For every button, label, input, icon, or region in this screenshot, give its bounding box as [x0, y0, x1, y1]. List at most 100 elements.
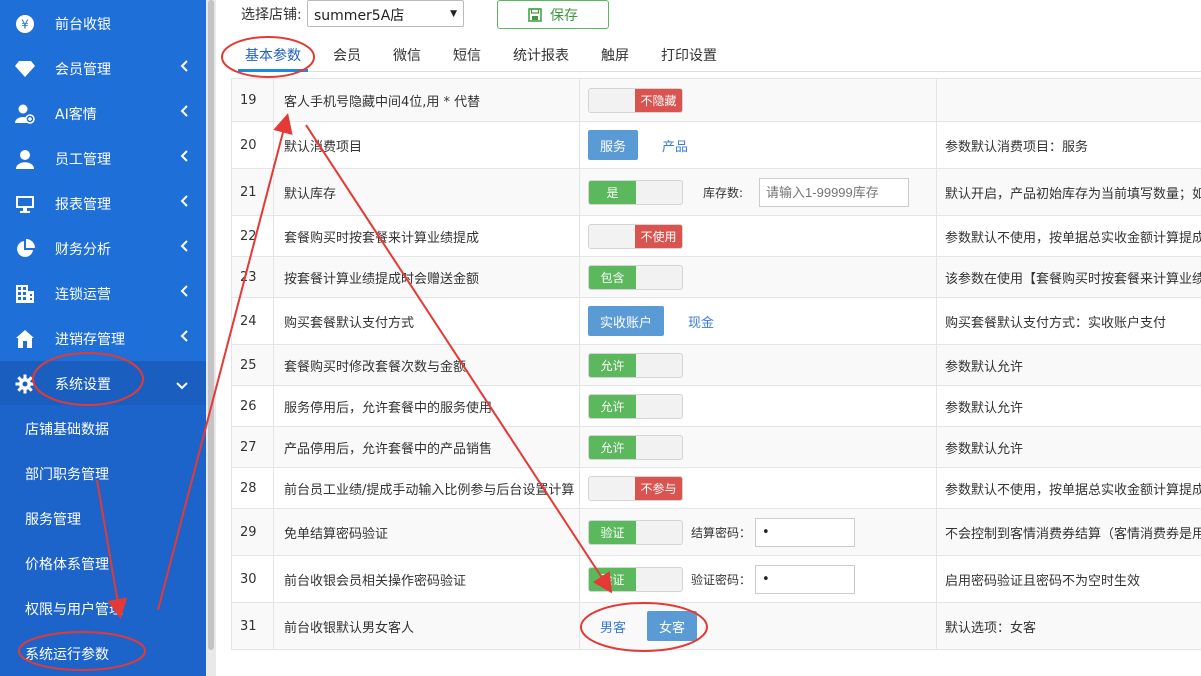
row-description: 参数默认允许	[945, 441, 1024, 457]
toggle-switch[interactable]: 允许	[588, 352, 683, 378]
toggle-switch[interactable]: 允许	[588, 393, 683, 419]
row-control: 不参与	[580, 468, 937, 508]
pie-icon	[14, 238, 36, 260]
sidebar-item-members[interactable]: 会员管理	[0, 46, 206, 91]
verify-password-label: 验证密码：	[691, 572, 752, 587]
row-description: 参数默认消费项目：服务	[945, 139, 1089, 155]
sidebar-scrollbar[interactable]	[208, 0, 214, 650]
row-param-name: 套餐购买时修改套餐次数与金额	[274, 345, 580, 385]
toggle-on-label: 允许	[589, 353, 636, 377]
diamond-icon	[14, 58, 36, 80]
submenu-item-pricing[interactable]: 价格体系管理	[0, 541, 206, 586]
tab-sms[interactable]: 短信	[453, 45, 481, 65]
row-control: 不隐藏	[580, 79, 937, 121]
row-control: 包含	[580, 257, 937, 297]
tab-stats-reports[interactable]: 统计报表	[513, 45, 569, 65]
toggle-switch[interactable]: 不使用	[588, 223, 683, 249]
toggle-on-label: 是	[589, 180, 636, 204]
toggle-on-label: 允许	[589, 435, 636, 459]
sidebar-item-finance[interactable]: 财务分析	[0, 226, 206, 271]
table-row: 23 按套餐计算业绩提成时会赠送金额 包含 该参数在使用【套餐购买时按套餐来计算…	[231, 257, 1201, 298]
row-control: 服务 产品	[580, 122, 937, 168]
row-description: 默认开启，产品初始库存为当前填写数量；如果	[945, 186, 1201, 202]
stock-count-label: 库存数:	[703, 185, 744, 200]
row-param-name: 前台收银会员相关操作密码验证	[274, 556, 580, 602]
shop-select-label: 选择店铺:	[241, 7, 302, 23]
row-description: 启用密码验证且密码不为空时生效	[945, 573, 1141, 589]
row-number: 19	[232, 79, 274, 121]
row-param-name: 服务停用后，允许套餐中的服务使用	[274, 386, 580, 426]
save-button[interactable]: 保存	[497, 0, 609, 29]
submenu-item-departments[interactable]: 部门职务管理	[0, 451, 206, 496]
gear-icon	[14, 373, 36, 395]
shop-select[interactable]: summer5A店 ▼	[307, 0, 464, 27]
user-plus-icon	[14, 103, 36, 125]
row-param-name: 套餐购买时按套餐来计算业绩提成	[274, 216, 580, 256]
row-control: 实收账户 现金	[580, 298, 937, 344]
table-row: 20 默认消费项目 服务 产品 参数默认消费项目：服务	[231, 122, 1201, 169]
caret-down-icon: ▼	[450, 9, 457, 19]
toggle-on-label: 验证	[589, 567, 636, 591]
option-link[interactable]: 现金	[688, 312, 714, 331]
person-icon	[14, 148, 36, 170]
chevron-left-icon	[180, 330, 188, 346]
row-description: 不会控制到客情消费券结算（客情消费券是用的免	[945, 526, 1201, 542]
submenu-item-system-params[interactable]: 系统运行参数	[0, 631, 206, 676]
tab-basic-params[interactable]: 基本参数	[245, 45, 301, 65]
row-description: 购买套餐默认支付方式：实收账户支付	[945, 315, 1167, 331]
toggle-switch[interactable]: 允许	[588, 434, 683, 460]
sidebar-item-inventory[interactable]: 进销存管理	[0, 316, 206, 361]
toggle-switch[interactable]: 不参与	[588, 475, 683, 501]
row-number: 30	[232, 556, 274, 602]
sidebar-item-label: 系统设置	[55, 376, 111, 393]
row-number: 21	[232, 169, 274, 215]
sidebar-item-label: AI客情	[55, 106, 97, 123]
stock-count-input[interactable]	[759, 177, 910, 207]
tab-members[interactable]: 会员	[333, 45, 361, 65]
row-param-name: 购买套餐默认支付方式	[274, 298, 580, 344]
chevron-down-icon	[176, 378, 188, 394]
sidebar: ¥ 前台收银 会员管理 AI客情 员工管理 报表管理 财务分析 连锁运营 进销存…	[0, 0, 206, 676]
submenu-item-shop-data[interactable]: 店铺基础数据	[0, 406, 206, 451]
sidebar-item-staff[interactable]: 员工管理	[0, 136, 206, 181]
toggle-switch[interactable]: 是	[588, 179, 683, 205]
chevron-left-icon	[180, 105, 188, 121]
sidebar-item-cashier[interactable]: ¥ 前台收银	[0, 1, 206, 46]
row-param-name: 产品停用后，允许套餐中的产品销售	[274, 427, 580, 467]
table-row: 29 免单结算密码验证 验证 结算密码： • 不会控制到客情消费券结算（客情消费…	[231, 509, 1201, 556]
option-button-selected[interactable]: 服务	[588, 130, 639, 160]
sidebar-item-reports[interactable]: 报表管理	[0, 181, 206, 226]
row-description: 参数默认允许	[945, 400, 1024, 416]
tab-print-settings[interactable]: 打印设置	[661, 45, 717, 65]
settle-password-input[interactable]: •	[755, 517, 856, 547]
table-row: 22 套餐购买时按套餐来计算业绩提成 不使用 参数默认不使用，按单据总实收金额计…	[231, 216, 1201, 257]
row-number: 28	[232, 468, 274, 508]
toggle-off-label: 不使用	[635, 224, 682, 248]
verify-password-input[interactable]: •	[755, 564, 856, 594]
settle-password-label: 结算密码：	[691, 525, 752, 540]
submenu-item-permissions[interactable]: 权限与用户管理	[0, 586, 206, 631]
sidebar-item-chain[interactable]: 连锁运营	[0, 271, 206, 316]
row-control: 允许	[580, 386, 937, 426]
sidebar-item-ai-client[interactable]: AI客情	[0, 91, 206, 136]
submenu-item-services[interactable]: 服务管理	[0, 496, 206, 541]
row-control: 允许	[580, 345, 937, 385]
chevron-left-icon	[180, 150, 188, 166]
tab-wechat[interactable]: 微信	[393, 45, 421, 65]
row-param-name: 前台收银默认男女客人	[274, 603, 580, 649]
system-settings-submenu: 店铺基础数据 部门职务管理 服务管理 价格体系管理 权限与用户管理 系统运行参数	[0, 405, 206, 676]
option-button-selected[interactable]: 实收账户	[588, 306, 665, 336]
toggle-switch[interactable]: 包含	[588, 264, 683, 290]
toggle-switch[interactable]: 验证	[588, 566, 683, 592]
tab-touchscreen[interactable]: 触屏	[601, 45, 629, 65]
sidebar-item-system-settings[interactable]: 系统设置	[0, 361, 206, 406]
option-button-female-selected[interactable]: 女客	[647, 611, 698, 641]
toggle-switch[interactable]: 验证	[588, 519, 683, 545]
chevron-left-icon	[180, 285, 188, 301]
row-control: 验证 验证密码： •	[580, 556, 937, 602]
table-row: 31 前台收银默认男女客人 男客 女客 默认选项：女客	[231, 603, 1201, 650]
toggle-switch[interactable]: 不隐藏	[588, 87, 683, 113]
option-link-male[interactable]: 男客	[600, 617, 626, 636]
option-link[interactable]: 产品	[662, 136, 688, 155]
table-row: 21 默认库存 是 库存数: 默认开启，产品初始库存为当前填写数量；如果	[231, 169, 1201, 216]
